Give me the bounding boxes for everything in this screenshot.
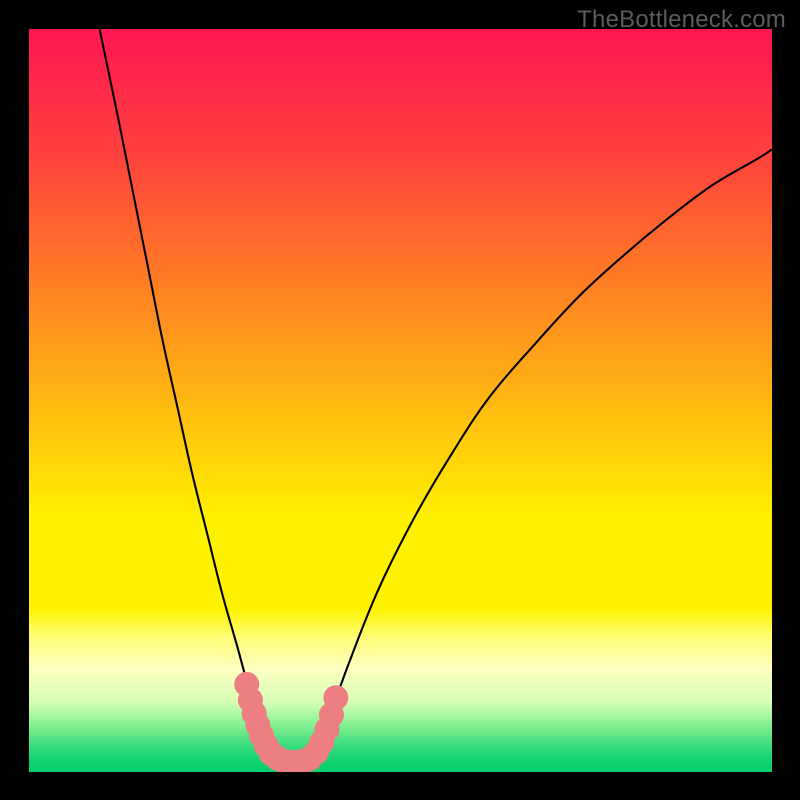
right-curve — [315, 149, 772, 758]
left-curve — [100, 29, 275, 759]
curve-layer — [29, 29, 772, 772]
marker-dot — [323, 685, 348, 710]
plot-area — [29, 29, 772, 772]
watermark-text: TheBottleneck.com — [577, 6, 786, 34]
marker-group — [234, 672, 348, 772]
